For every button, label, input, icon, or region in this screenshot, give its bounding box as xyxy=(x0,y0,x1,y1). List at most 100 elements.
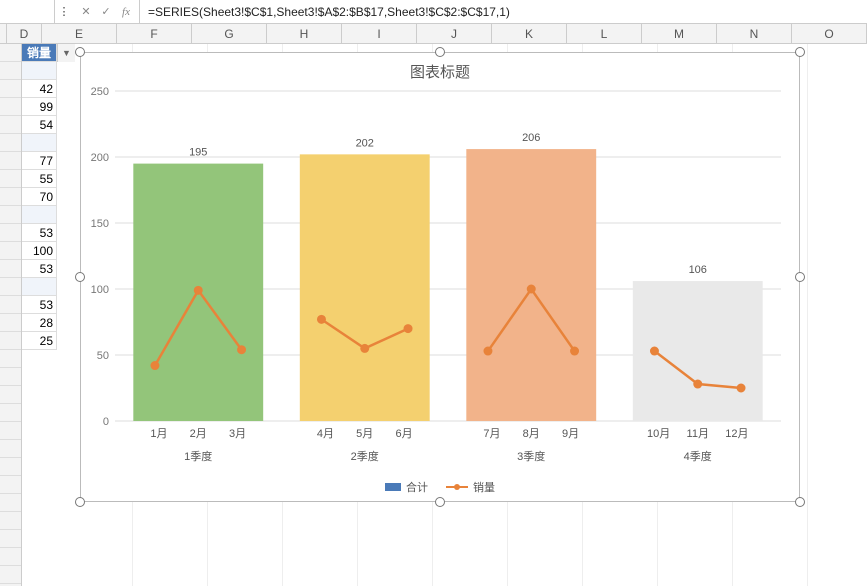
resize-handle-s[interactable] xyxy=(435,497,445,507)
formula-input[interactable]: =SERIES(Sheet3!$C$1,Sheet3!$A$2:$B$17,Sh… xyxy=(140,0,867,23)
resize-handle-w[interactable] xyxy=(75,272,85,282)
row-header[interactable] xyxy=(0,350,21,368)
row-header[interactable] xyxy=(0,512,21,530)
svg-text:202: 202 xyxy=(356,137,374,149)
row-headers xyxy=(0,44,22,586)
cell[interactable]: 100 xyxy=(22,242,56,260)
row-header[interactable] xyxy=(0,170,21,188)
accept-icon[interactable]: ✓ xyxy=(97,5,115,18)
row-header[interactable] xyxy=(0,188,21,206)
quarter-label: 1季度 xyxy=(133,443,263,468)
month-label: 2月 xyxy=(190,425,207,441)
row-header[interactable] xyxy=(0,422,21,440)
cell[interactable]: 42 xyxy=(22,80,56,98)
cell[interactable]: 77 xyxy=(22,152,56,170)
row-header[interactable] xyxy=(0,44,21,62)
cell[interactable] xyxy=(22,206,56,224)
col-header-K[interactable]: K xyxy=(492,24,567,43)
plot-area[interactable]: 050100150200250195202206106 xyxy=(115,91,781,421)
row-header[interactable] xyxy=(0,278,21,296)
row-header[interactable] xyxy=(0,260,21,278)
row-header[interactable] xyxy=(0,116,21,134)
resize-handle-e[interactable] xyxy=(795,272,805,282)
row-header[interactable] xyxy=(0,314,21,332)
legend[interactable]: 合计 销量 xyxy=(81,479,799,495)
cell[interactable]: 25 xyxy=(22,332,56,350)
quarter-group: 1月2月3月1季度 xyxy=(133,421,263,468)
col-header-I[interactable]: I xyxy=(342,24,417,43)
resize-handle-se[interactable] xyxy=(795,497,805,507)
svg-text:195: 195 xyxy=(189,147,207,159)
row-header[interactable] xyxy=(0,134,21,152)
month-label: 11月 xyxy=(687,425,709,441)
legend-swatch-bar xyxy=(385,483,401,491)
row-header[interactable] xyxy=(0,494,21,512)
col-header-O[interactable]: O xyxy=(792,24,867,43)
row-header[interactable] xyxy=(0,368,21,386)
row-header[interactable] xyxy=(0,98,21,116)
cancel-icon[interactable]: ✕ xyxy=(77,5,95,18)
cell[interactable]: 28 xyxy=(22,314,56,332)
name-box[interactable] xyxy=(0,0,55,23)
cell[interactable]: 53 xyxy=(22,224,56,242)
quarter-label: 4季度 xyxy=(633,443,763,468)
resize-handle-n[interactable] xyxy=(435,47,445,57)
month-label: 12月 xyxy=(725,425,748,441)
row-header[interactable] xyxy=(0,476,21,494)
row-header[interactable] xyxy=(0,224,21,242)
cell[interactable]: 55 xyxy=(22,170,56,188)
cell[interactable] xyxy=(22,134,56,152)
row-header[interactable] xyxy=(0,242,21,260)
row-header[interactable] xyxy=(0,404,21,422)
resize-handle-sw[interactable] xyxy=(75,497,85,507)
chart-title[interactable]: 图表标题 xyxy=(81,53,799,86)
row-header[interactable] xyxy=(0,530,21,548)
row-header[interactable] xyxy=(0,458,21,476)
col-header-H[interactable]: H xyxy=(267,24,342,43)
col-header-M[interactable]: M xyxy=(642,24,717,43)
row-header[interactable] xyxy=(0,152,21,170)
cell-header[interactable]: 销量 xyxy=(22,44,56,62)
col-header-G[interactable]: G xyxy=(192,24,267,43)
svg-text:100: 100 xyxy=(91,284,109,296)
cells-area[interactable]: 销量 42 99 54 77 55 70 53 100 53 53 28 25 … xyxy=(22,44,867,586)
column-headers: D E F G H I J K L M N O xyxy=(0,24,867,44)
row-header[interactable] xyxy=(0,548,21,566)
row-header[interactable] xyxy=(0,80,21,98)
cell[interactable] xyxy=(22,62,56,80)
row-header[interactable] xyxy=(0,62,21,80)
chart-object[interactable]: 图表标题 050100150200250195202206106 1月2月3月1… xyxy=(80,52,800,502)
legend-item-sales[interactable]: 销量 xyxy=(446,479,495,495)
fx-icon[interactable]: fx xyxy=(117,6,135,18)
namebox-dropdown-icon[interactable]: ⋮ xyxy=(55,5,73,18)
resize-handle-ne[interactable] xyxy=(795,47,805,57)
col-header-E[interactable]: E xyxy=(42,24,117,43)
resize-handle-nw[interactable] xyxy=(75,47,85,57)
legend-item-total[interactable]: 合计 xyxy=(385,479,428,495)
row-header[interactable] xyxy=(0,566,21,584)
select-all-corner[interactable] xyxy=(0,24,7,43)
cell[interactable]: 54 xyxy=(22,116,56,134)
cell[interactable]: 53 xyxy=(22,260,56,278)
filter-dropdown-icon[interactable]: ▼ xyxy=(57,44,75,62)
col-header-N[interactable]: N xyxy=(717,24,792,43)
month-label: 10月 xyxy=(647,425,670,441)
row-header[interactable] xyxy=(0,296,21,314)
cell[interactable]: 70 xyxy=(22,188,56,206)
row-header[interactable] xyxy=(0,206,21,224)
row-header[interactable] xyxy=(0,440,21,458)
quarter-group: 4月5月6月2季度 xyxy=(300,421,430,468)
svg-text:106: 106 xyxy=(689,264,707,276)
col-header-L[interactable]: L xyxy=(567,24,642,43)
cell[interactable] xyxy=(22,278,56,296)
row-header[interactable] xyxy=(0,386,21,404)
quarter-label: 2季度 xyxy=(300,443,430,468)
cell[interactable]: 53 xyxy=(22,296,56,314)
quarter-group: 10月 11月 12月 4季度 xyxy=(633,421,763,468)
svg-text:150: 150 xyxy=(91,218,109,230)
col-header-D[interactable]: D xyxy=(7,24,42,43)
col-header-F[interactable]: F xyxy=(117,24,192,43)
cell[interactable]: 99 xyxy=(22,98,56,116)
row-header[interactable] xyxy=(0,332,21,350)
col-header-J[interactable]: J xyxy=(417,24,492,43)
